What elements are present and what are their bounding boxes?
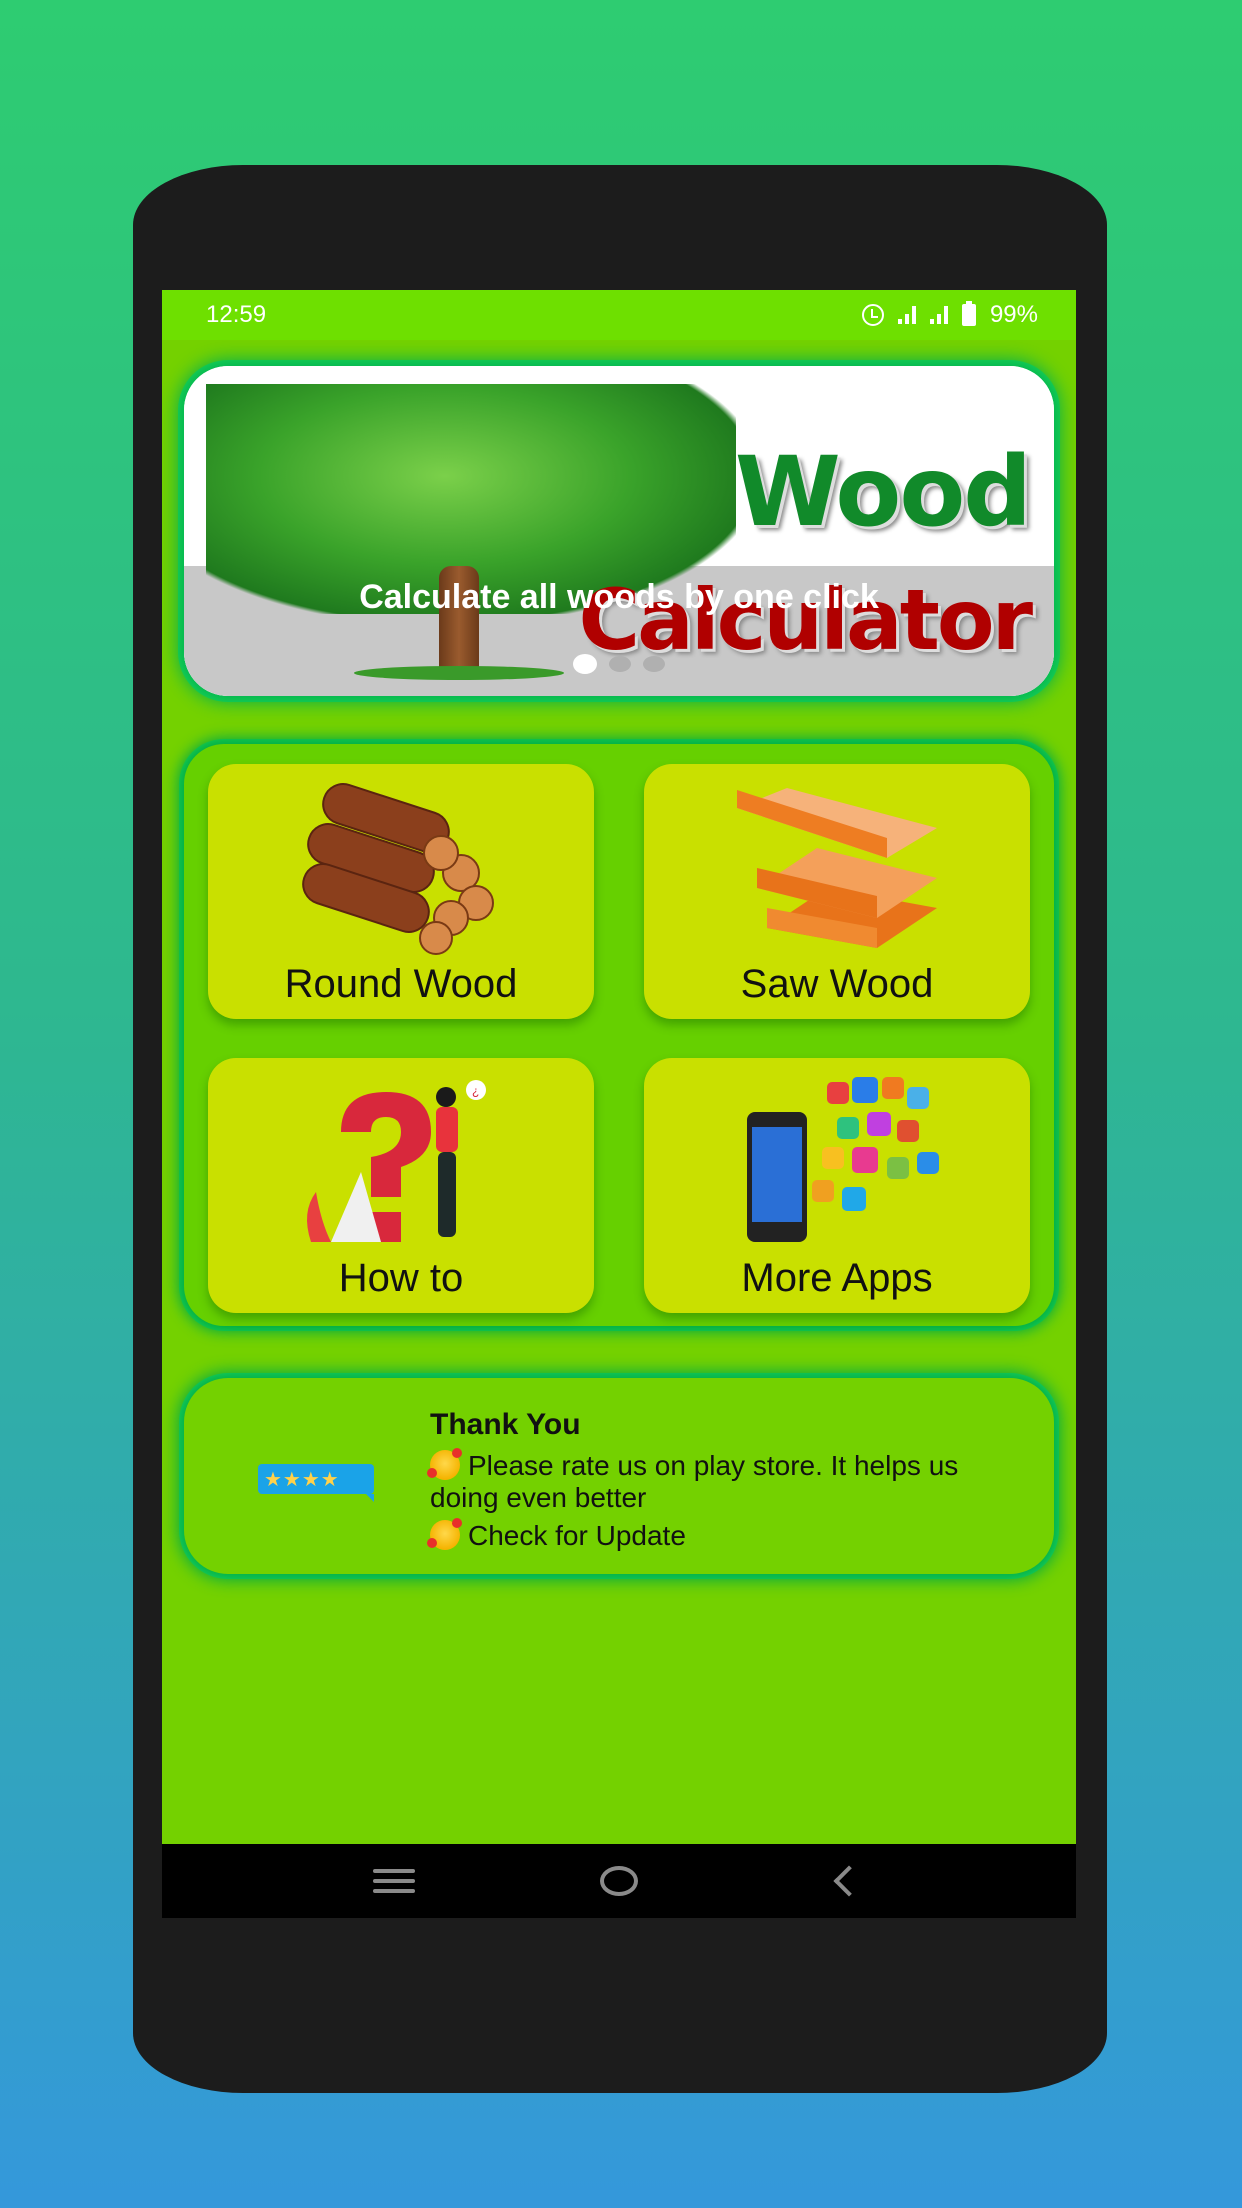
banner-image: Wood Calculator xyxy=(184,366,1054,696)
status-time: 12:59 xyxy=(206,301,267,328)
rate-us-text: Please rate us on play store. It helps u… xyxy=(430,1450,959,1513)
rate-us-link[interactable]: Please rate us on play store. It helps u… xyxy=(427,1448,990,1514)
back-button[interactable] xyxy=(814,1856,874,1906)
battery-icon xyxy=(961,301,976,326)
slider-dot-2[interactable] xyxy=(609,656,631,672)
rate-card-title: Thank You xyxy=(430,1408,581,1441)
logs-icon xyxy=(302,783,494,955)
slider-dot-3[interactable] xyxy=(643,656,665,672)
check-update-text: Check for Update xyxy=(468,1520,686,1551)
round-wood-button[interactable]: Round Wood xyxy=(208,764,594,1019)
status-icons: 99% xyxy=(861,301,1038,329)
banner-slider[interactable]: Wood Calculator Calculate all woods by o… xyxy=(184,366,1054,696)
tile-label: Saw Wood xyxy=(740,962,934,1006)
stars: ★★★★ xyxy=(264,1468,340,1491)
signal-icon xyxy=(929,306,948,324)
slider-indicator xyxy=(184,654,1054,674)
rate-us-card[interactable]: ★★★★ Thank You Please rate us on play st… xyxy=(184,1378,1054,1574)
battery-percent: 99% xyxy=(989,301,1038,328)
menu-lines-icon xyxy=(373,1869,416,1893)
smiling-hearts-emoji-icon xyxy=(427,1448,462,1480)
phone-apps-icon xyxy=(747,1077,939,1242)
more-apps-button[interactable]: More Apps xyxy=(644,1058,1030,1313)
how-to-button[interactable]: ¿ How to xyxy=(208,1058,594,1313)
tile-label: More Apps xyxy=(741,1256,933,1300)
slider-dot-1[interactable] xyxy=(573,654,597,674)
alarm-icon xyxy=(861,304,884,326)
recent-apps-button[interactable] xyxy=(364,1856,424,1906)
saw-wood-button[interactable]: Saw Wood xyxy=(644,764,1030,1019)
planks-icon xyxy=(737,788,937,948)
menu-grid: Round Wood Saw Wood ¿ How to More Apps xyxy=(184,744,1054,1326)
question-person-icon: ¿ xyxy=(307,1080,486,1242)
signal-icon xyxy=(897,306,916,324)
app-screen: 12:59 99% Wood Calculator Calculate all … xyxy=(162,290,1076,1918)
status-bar: 12:59 99% xyxy=(162,290,1076,340)
home-circle-icon xyxy=(599,1866,638,1896)
banner-caption: Calculate all woods by one click xyxy=(359,578,879,616)
smiling-hearts-emoji-icon xyxy=(427,1518,462,1550)
home-button[interactable] xyxy=(589,1856,649,1906)
system-nav-bar xyxy=(162,1844,1076,1918)
logo-text-wood: Wood xyxy=(734,436,1032,548)
tile-label: How to xyxy=(338,1256,464,1300)
svg-text:¿: ¿ xyxy=(472,1084,479,1098)
back-chevron-icon xyxy=(833,1865,865,1897)
rating-stars-icon: ★★★★ xyxy=(258,1464,374,1502)
tile-label: Round Wood xyxy=(284,962,518,1006)
check-update-link[interactable]: Check for Update xyxy=(427,1518,990,1552)
